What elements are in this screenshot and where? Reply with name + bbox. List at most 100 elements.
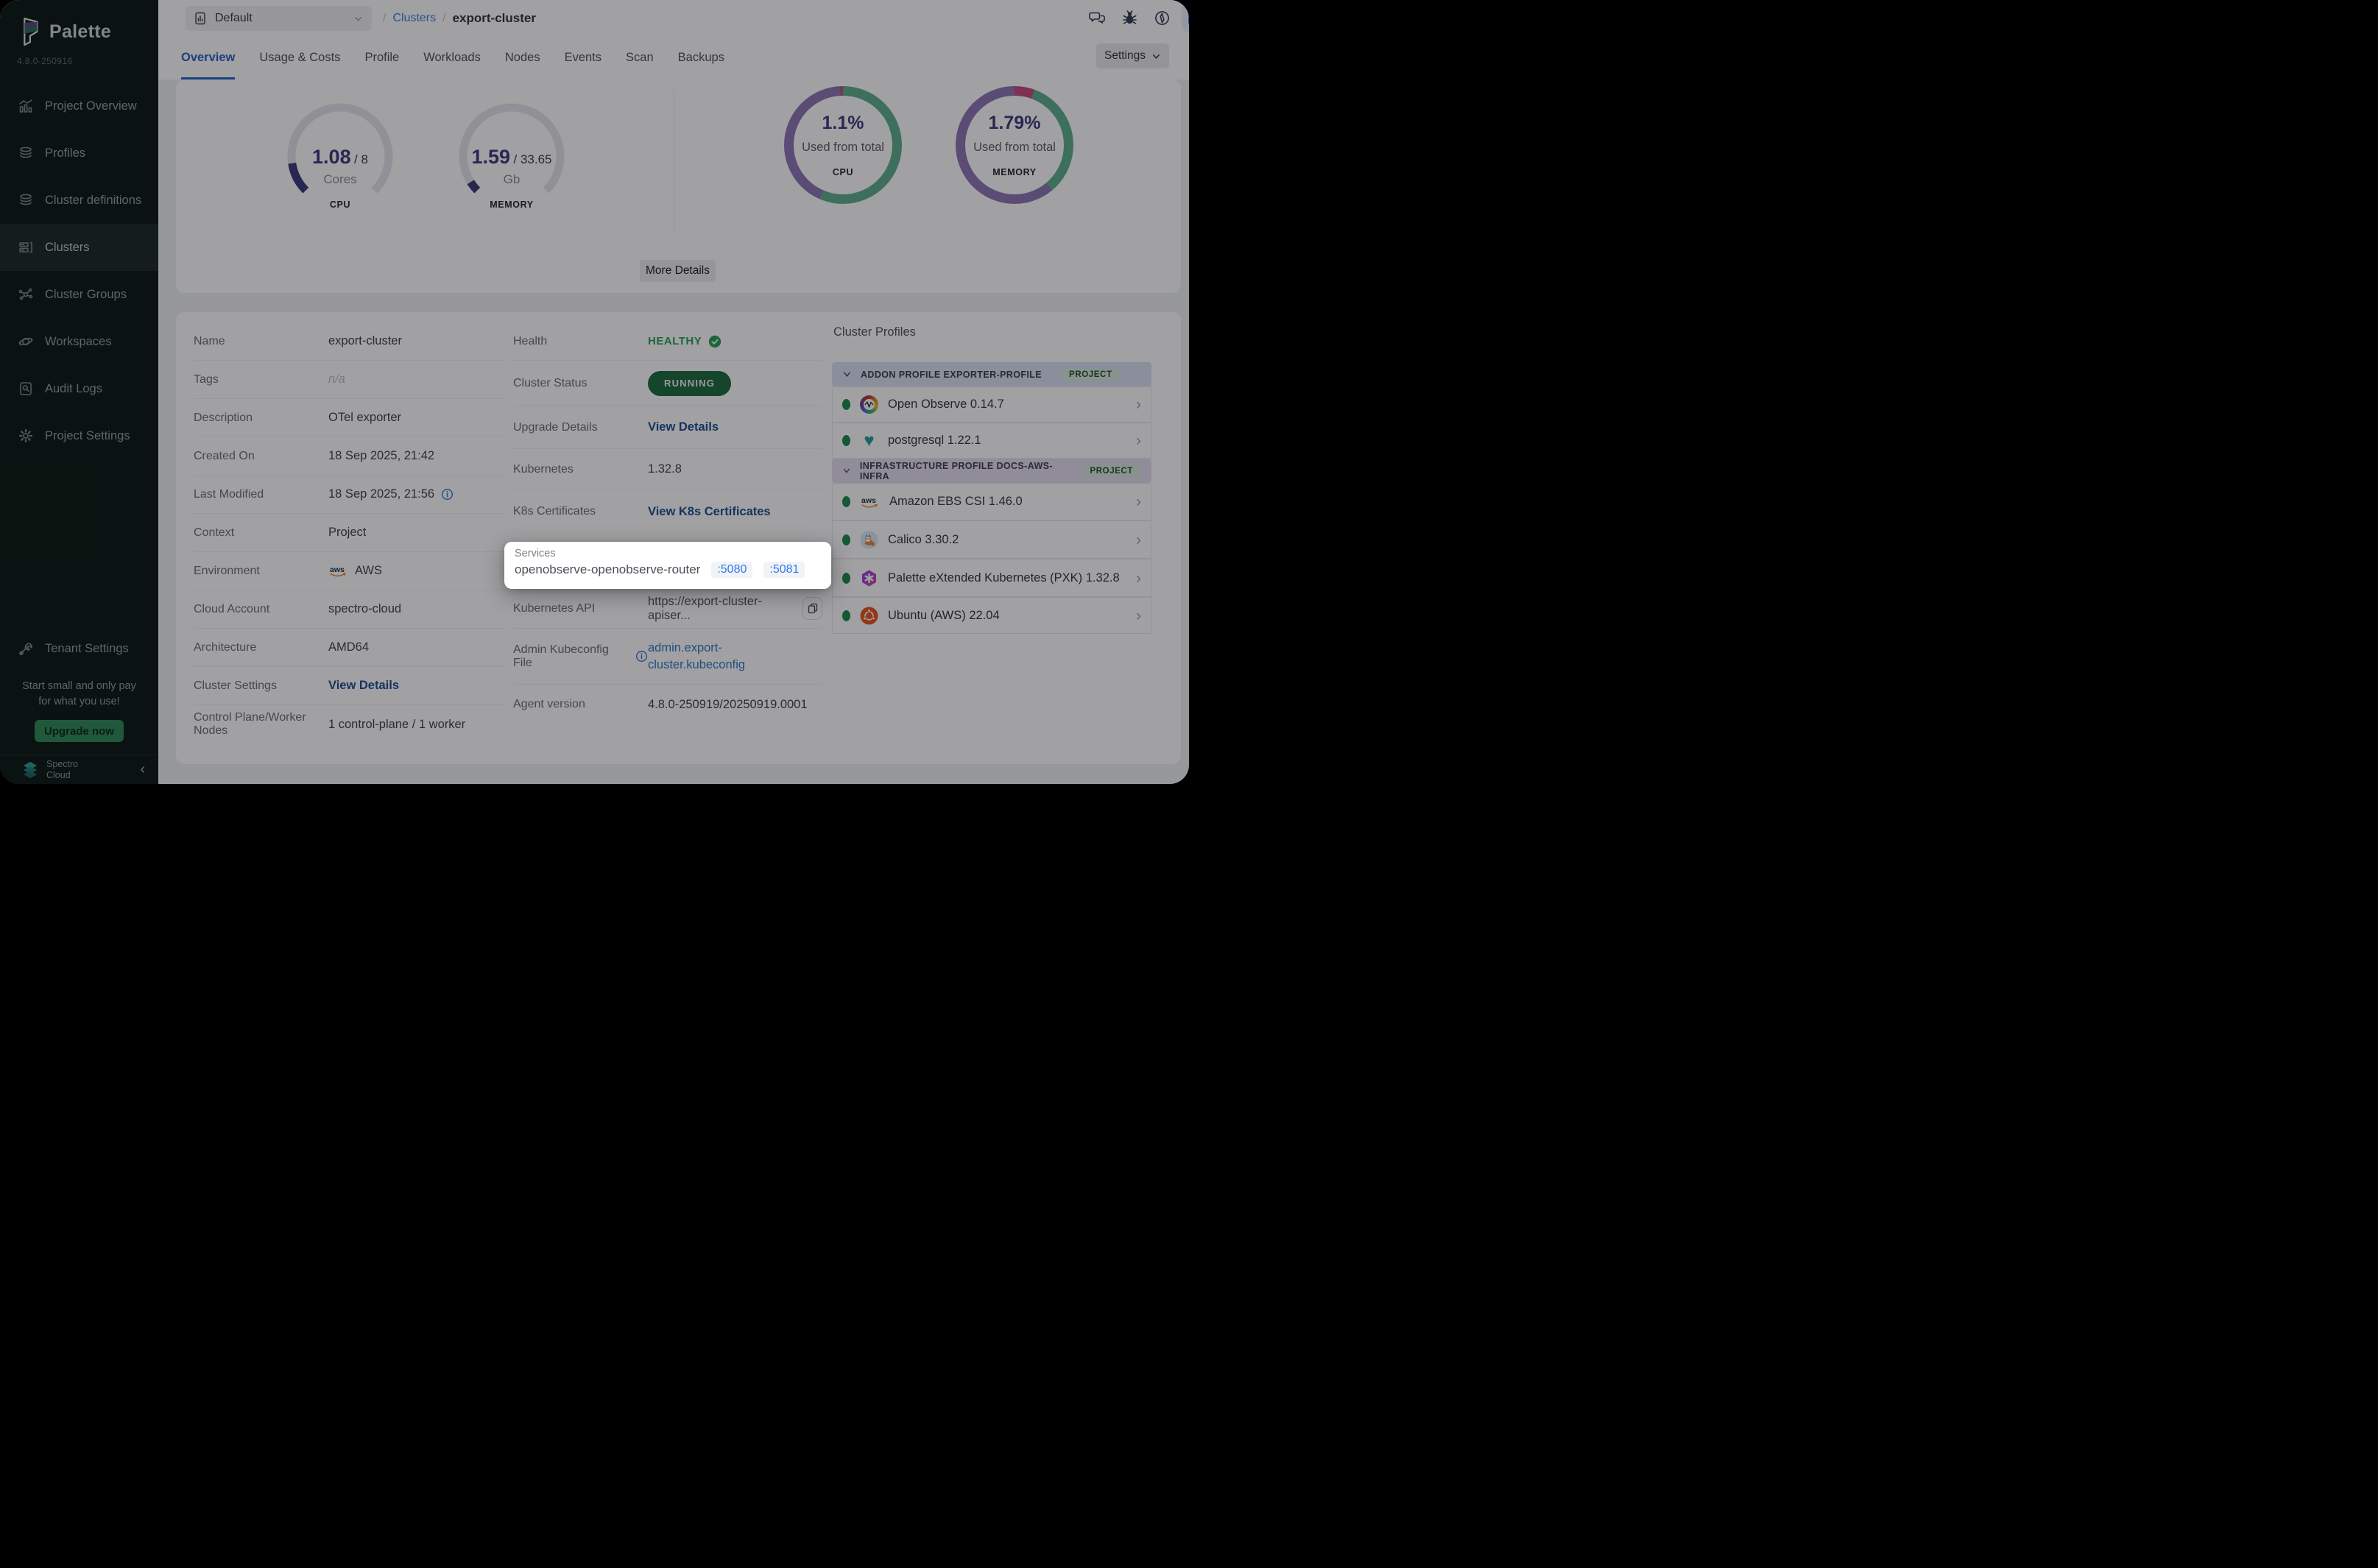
services-spotlight-box: Services openobserve-openobserve-router … (504, 542, 831, 589)
cpu-unit: Cores (281, 172, 399, 187)
chevron-right-icon: › (1136, 433, 1141, 448)
kubeconfig-download-link[interactable]: admin.export-cluster.kubeconfig (648, 640, 775, 673)
sidebar-item-cluster-groups[interactable]: Cluster Groups (0, 271, 158, 318)
tab-workloads[interactable]: Workloads (423, 36, 481, 80)
profile-item-calico[interactable]: Calico 3.30.2 › (832, 520, 1151, 559)
cluster-settings-view-details-link[interactable]: View Details (328, 679, 399, 693)
infrastructure-profile-header[interactable]: INFRASTRUCTURE PROFILE DOCS-AWS-INFRA PR… (832, 459, 1151, 483)
docs-button[interactable]: Docs (1182, 4, 1189, 32)
detail-row-admin-kubeconfig: Admin Kubeconfig File admin.export-clust… (513, 629, 822, 685)
open-observe-logo (860, 395, 878, 414)
chevron-right-icon: › (1136, 608, 1141, 624)
tab-nodes[interactable]: Nodes (505, 36, 540, 80)
sidebar-item-project-overview[interactable]: Project Overview (0, 82, 158, 130)
spectro-cloud-logo-icon (21, 760, 40, 780)
app-window: Palette 4.8.0-250916 Project Overview (0, 0, 1189, 784)
project-selector[interactable]: Default (186, 6, 372, 31)
memory-usage-donut: 1.79% Used from total MEMORY (956, 86, 1073, 204)
chat-icon[interactable] (1088, 9, 1107, 27)
status-dot (842, 496, 850, 507)
detail-row-environment: Environment aws AWS (194, 552, 506, 590)
svg-text:aws: aws (861, 496, 876, 505)
tab-scan[interactable]: Scan (626, 36, 654, 80)
audit-search-icon (18, 381, 34, 397)
view-k8s-certificates-link[interactable]: View K8s Certificates (648, 505, 771, 519)
bug-icon[interactable] (1121, 9, 1139, 27)
aws-logo: aws (328, 565, 348, 577)
breadcrumb-clusters-link[interactable]: Clusters (392, 12, 436, 25)
detail-row-description: Description OTel exporter (194, 399, 506, 437)
sidebar-item-tenant-settings[interactable]: Tenant Settings (0, 625, 158, 672)
profile-item-amazon-ebs-csi[interactable]: aws Amazon EBS CSI 1.46.0 › (832, 483, 1151, 520)
sidebar-collapse-button[interactable]: ‹ (137, 761, 148, 778)
detail-row-kubernetes-api: Kubernetes API https://export-cluster-ap… (513, 589, 822, 629)
tab-usage-costs[interactable]: Usage & Costs (259, 36, 340, 80)
breadcrumb-current: export-cluster (453, 11, 536, 26)
gear-icon (18, 428, 34, 444)
tools-icon (18, 640, 34, 657)
bar-chart-icon (18, 98, 34, 114)
upgrade-now-button[interactable]: Upgrade now (35, 720, 124, 742)
copy-api-url-button[interactable] (802, 597, 822, 620)
service-port-5080-link[interactable]: :5080 (711, 562, 752, 578)
layers-stack-icon (18, 192, 34, 208)
detail-row-cluster-status: Cluster Status RUNNING (513, 361, 822, 406)
memory-usage-percent: 1.79% (956, 113, 1073, 134)
settings-button[interactable]: Settings (1096, 43, 1169, 68)
tab-backups[interactable]: Backups (678, 36, 724, 80)
cpu-used-value: 1.08 (312, 146, 351, 168)
tabs: Overview Usage & Costs Profile Workloads… (181, 36, 724, 80)
chevron-down-icon (353, 14, 363, 24)
cpu-usage-donut: 1.1% Used from total CPU (784, 86, 902, 204)
topbar: Default / Clusters / export-cluster (158, 0, 1189, 36)
cluster-details-card: Name export-cluster Tags n/a Description… (176, 312, 1181, 764)
info-icon[interactable] (441, 488, 454, 501)
detail-row-cluster-settings: Cluster Settings View Details (194, 667, 506, 705)
cpu-gauge-label: CPU (281, 199, 399, 210)
tab-events[interactable]: Events (565, 36, 601, 80)
sidebar-item-audit-logs[interactable]: Audit Logs (0, 365, 158, 412)
chevron-right-icon: › (1136, 532, 1141, 548)
chevron-down-icon (1151, 52, 1161, 61)
profile-item-pxk[interactable]: Palette eXtended Kubernetes (PXK) 1.32.8… (832, 559, 1151, 597)
service-name: openobserve-openobserve-router (515, 562, 700, 577)
profile-item-ubuntu[interactable]: Ubuntu (AWS) 22.04 › (832, 597, 1151, 634)
project-chart-icon (194, 12, 208, 25)
sidebar: Palette 4.8.0-250916 Project Overview (0, 0, 158, 784)
upgrade-view-details-link[interactable]: View Details (648, 420, 719, 434)
status-dot (842, 435, 850, 446)
details-middle-column: Health HEALTHY Cluster Status RUNNING Up… (513, 322, 822, 724)
service-port-5081-link[interactable]: :5081 (763, 562, 805, 578)
more-details-button[interactable]: More Details (640, 260, 716, 282)
ubuntu-logo (860, 607, 878, 625)
svg-text:aws: aws (330, 565, 345, 574)
compass-icon[interactable] (1153, 9, 1171, 27)
cpu-total-value: / 8 (354, 152, 368, 166)
palette-logo-icon (16, 16, 41, 47)
addon-profile-header[interactable]: ADDON PROFILE EXPORTER-PROFILE PROJECT (832, 362, 1151, 386)
book-icon (1186, 12, 1189, 24)
cluster-profiles-title: Cluster Profiles (833, 325, 916, 339)
check-circle-icon (708, 335, 721, 348)
sidebar-item-project-settings[interactable]: Project Settings (0, 412, 158, 459)
cpu-gauge: 1.08 / 8 Cores CPU (281, 97, 399, 215)
tab-overview[interactable]: Overview (181, 36, 235, 80)
running-status-badge: RUNNING (648, 371, 731, 396)
layers-stack-icon (18, 145, 34, 161)
cluster-profiles-panel: Cluster Profiles ADDON PROFILE EXPORTER-… (832, 312, 1151, 764)
profile-item-postgresql[interactable]: ♥ postgresql 1.22.1 › (832, 423, 1151, 459)
status-dot (842, 399, 850, 410)
sidebar-item-workspaces[interactable]: Workspaces (0, 318, 158, 365)
app-version: 4.8.0-250916 (17, 56, 73, 66)
sidebar-item-profiles[interactable]: Profiles (0, 130, 158, 177)
detail-row-last-modified: Last Modified 18 Sep 2025, 21:56 (194, 476, 506, 514)
sidebar-item-clusters[interactable]: Clusters (0, 224, 158, 271)
profile-item-open-observe[interactable]: Open Observe 0.14.7 › (832, 386, 1151, 423)
detail-row-agent-version: Agent version 4.8.0-250919/20250919.0001 (513, 685, 822, 724)
tab-profile[interactable]: Profile (364, 36, 399, 80)
info-icon[interactable] (635, 650, 648, 663)
calico-logo (860, 531, 878, 549)
sidebar-item-cluster-definitions[interactable]: Cluster definitions (0, 177, 158, 224)
status-dot (842, 534, 850, 545)
detail-row-nodes: Control Plane/Worker Nodes 1 control-pla… (194, 705, 506, 744)
